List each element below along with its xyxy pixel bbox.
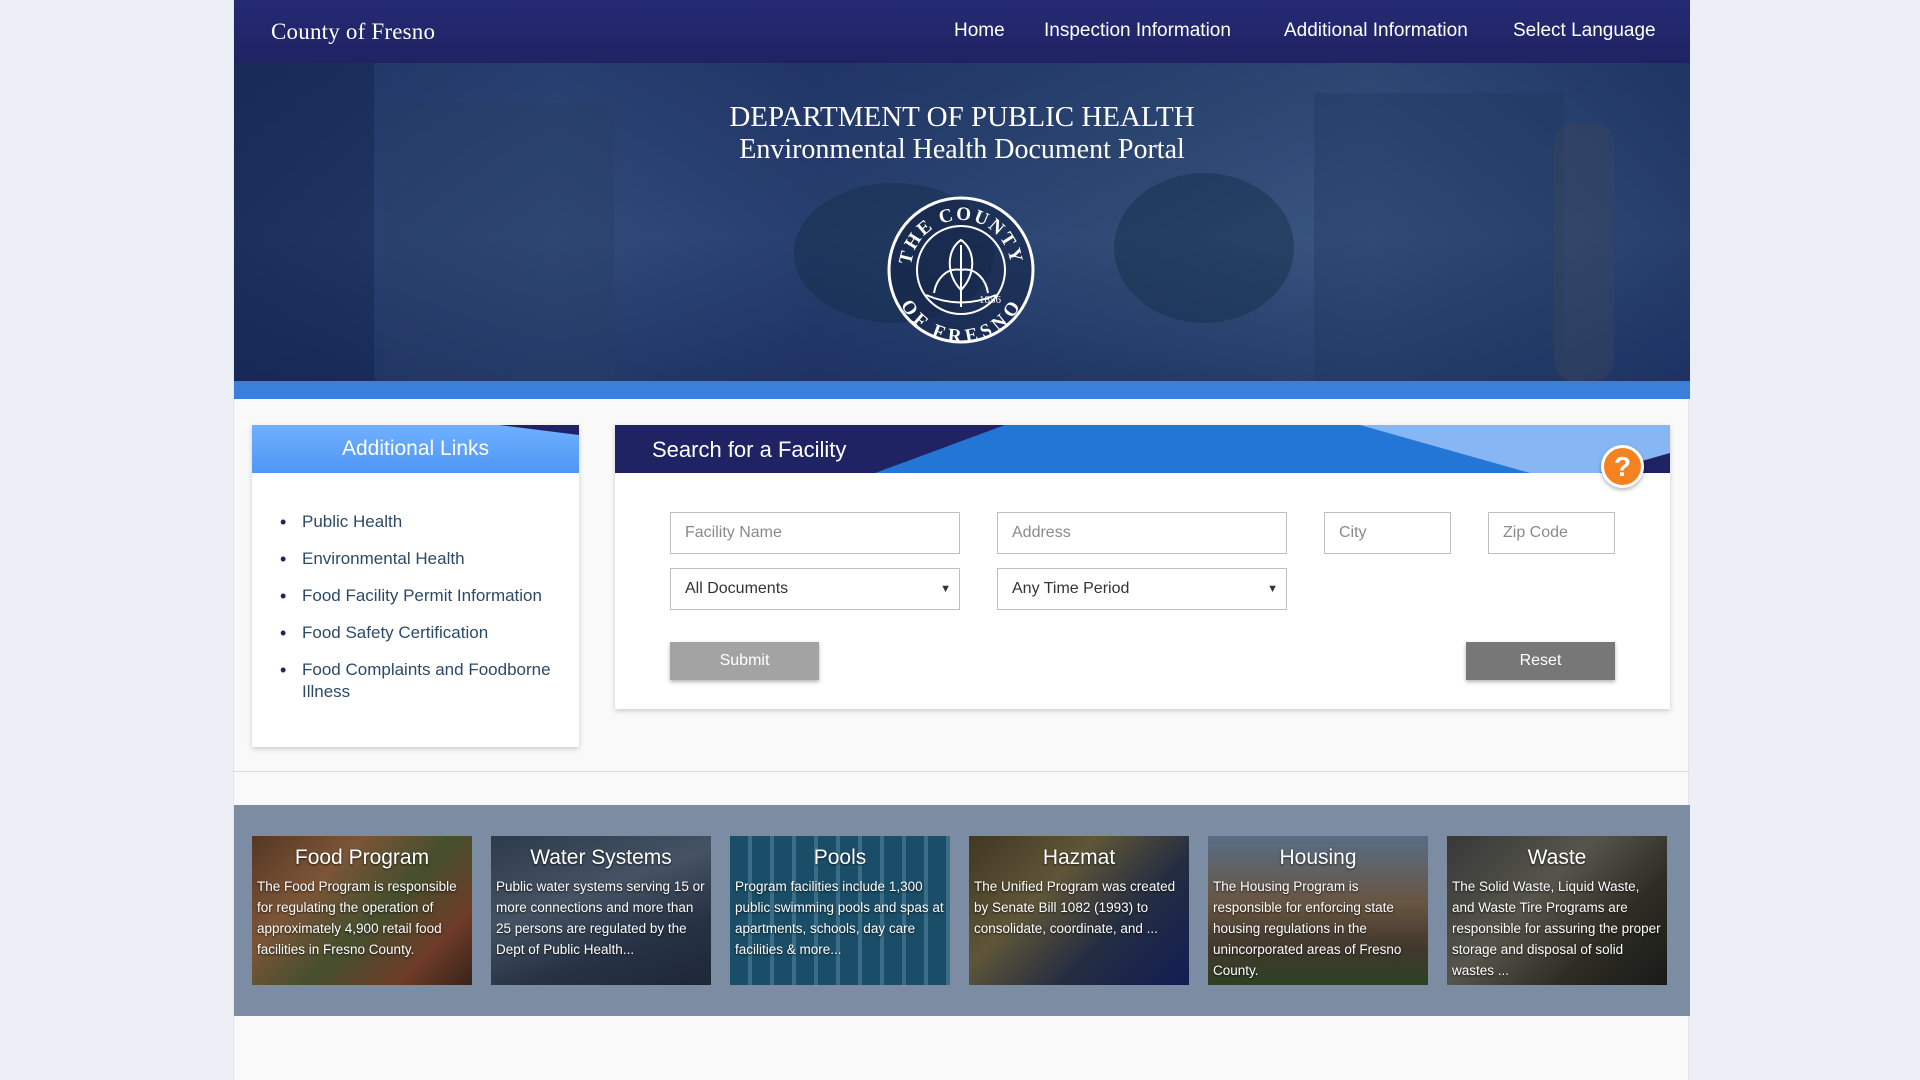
- program-tile-housing[interactable]: Housing The Housing Program is responsib…: [1208, 836, 1428, 985]
- tile-description: The Unified Program was created by Senat…: [974, 879, 1176, 936]
- time-period-select[interactable]: Any Time Period ▼: [997, 568, 1287, 610]
- nav-inspection-information[interactable]: Inspection Information: [1044, 20, 1231, 42]
- city-input[interactable]: [1324, 512, 1451, 554]
- search-title: Search for a Facility: [652, 437, 847, 462]
- header-accent: [499, 425, 579, 435]
- hero-subtitle: Environmental Health Document Portal: [739, 134, 1185, 165]
- address-input[interactable]: [997, 512, 1287, 554]
- link-food-complaints[interactable]: Food Complaints and Foodborne Illness: [280, 659, 570, 703]
- brand-title[interactable]: County of Fresno: [271, 19, 435, 45]
- additional-links-panel: Additional Links Public Health Environme…: [252, 425, 579, 747]
- tile-title: Water Systems: [530, 846, 672, 869]
- link-public-health[interactable]: Public Health: [280, 511, 570, 533]
- top-nav: County of Fresno Home Inspection Informa…: [234, 0, 1690, 63]
- hero-tree: [1114, 173, 1294, 323]
- chevron-down-icon: ▼: [1267, 583, 1278, 595]
- tile-description: The Food Program is responsible for regu…: [257, 879, 457, 957]
- tile-title: Food Program: [294, 846, 430, 869]
- tile-description: The Housing Program is responsible for e…: [1213, 879, 1402, 978]
- time-period-select-value: Any Time Period: [1012, 580, 1130, 597]
- search-facility-panel: Search for a Facility ? All Documents ▼ …: [615, 425, 1670, 709]
- hero-banner: DEPARTMENT OF PUBLIC HEALTH Environmenta…: [234, 63, 1690, 381]
- program-tile-pools[interactable]: Pools Program facilities include 1,300 p…: [730, 836, 950, 985]
- tile-description: Program facilities include 1,300 public …: [735, 879, 944, 957]
- additional-links-header: Additional Links: [252, 425, 579, 473]
- page: County of Fresno Home Inspection Informa…: [233, 0, 1690, 1080]
- nav-additional-information[interactable]: Additional Information: [1284, 20, 1468, 42]
- seal-year: 1856: [979, 294, 1002, 306]
- nav-home[interactable]: Home: [954, 20, 1005, 42]
- program-tile-hazmat[interactable]: Hazmat The Unified Program was created b…: [969, 836, 1189, 985]
- county-seal-logo: THE COUNTY OF FRESNO 1856: [887, 196, 1035, 345]
- tile-description: Public water systems serving 15 or more …: [496, 879, 705, 957]
- tile-title: Housing: [1279, 846, 1357, 869]
- documents-select-value: All Documents: [685, 580, 789, 597]
- programs-band: Food Program The Food Program is respons…: [234, 805, 1690, 1016]
- link-food-facility-permit[interactable]: Food Facility Permit Information: [280, 585, 570, 607]
- chevron-down-icon: ▼: [940, 583, 951, 595]
- program-tile-waste[interactable]: Waste The Solid Waste, Liquid Waste, and…: [1447, 836, 1667, 985]
- facility-name-input[interactable]: [670, 512, 960, 554]
- link-food-safety-certification[interactable]: Food Safety Certification: [280, 622, 570, 644]
- tile-title: Waste: [1527, 846, 1587, 869]
- hero-title: DEPARTMENT OF PUBLIC HEALTH: [729, 101, 1195, 133]
- program-tile-food[interactable]: Food Program The Food Program is respons…: [252, 836, 472, 985]
- tile-title: Hazmat: [1042, 846, 1116, 869]
- documents-select[interactable]: All Documents ▼: [670, 568, 960, 610]
- program-tile-water[interactable]: Water Systems Public water systems servi…: [491, 836, 711, 985]
- nav-select-language[interactable]: Select Language: [1513, 20, 1656, 42]
- submit-button[interactable]: Submit: [670, 642, 819, 680]
- reset-button[interactable]: Reset: [1466, 642, 1615, 680]
- additional-links-list: Public Health Environmental Health Food …: [280, 511, 570, 718]
- link-environmental-health[interactable]: Environmental Health: [280, 548, 570, 570]
- tile-description: The Solid Waste, Liquid Waste, and Waste…: [1452, 879, 1661, 978]
- zip-code-input[interactable]: [1488, 512, 1615, 554]
- header-accent: [1360, 425, 1530, 473]
- header-accent: [875, 425, 1005, 473]
- tile-title: Pools: [813, 846, 867, 869]
- hero-accent-band: [234, 381, 1690, 399]
- help-icon[interactable]: ?: [1601, 445, 1644, 488]
- section-divider: [234, 771, 1690, 772]
- additional-links-title: Additional Links: [341, 437, 490, 460]
- search-header: Search for a Facility: [615, 425, 1670, 473]
